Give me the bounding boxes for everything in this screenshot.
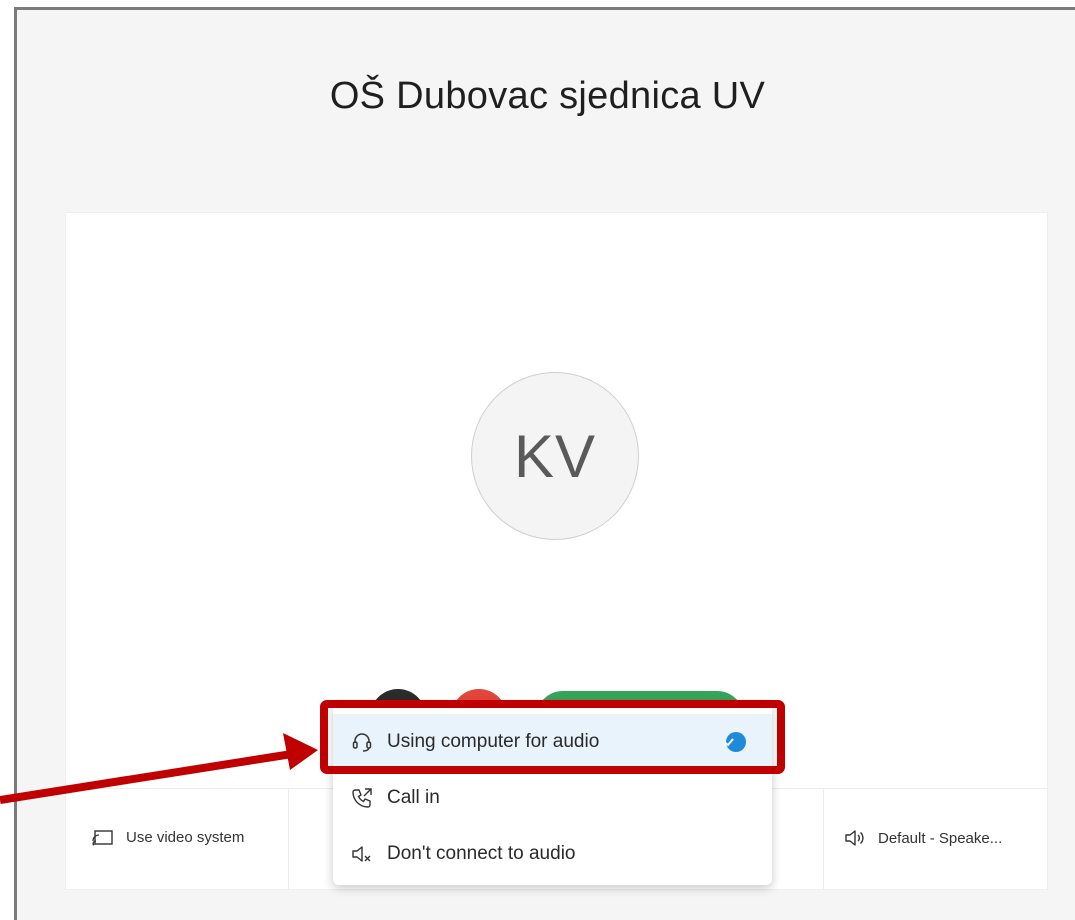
use-video-system-button[interactable]: Use video system	[92, 829, 244, 846]
menu-item-label: Don't connect to audio	[387, 843, 576, 864]
menu-item-no-audio[interactable]: Don't connect to audio	[333, 826, 772, 882]
divider	[288, 789, 289, 889]
menu-item-label: Call in	[387, 787, 440, 808]
speaker-mute-icon	[352, 846, 371, 862]
phone-call-icon	[352, 788, 372, 808]
avatar: KV	[471, 372, 639, 540]
highlight-annotation	[320, 700, 785, 774]
menu-item-call-in[interactable]: Call in	[333, 770, 772, 826]
meeting-title: OŠ Dubovac sjednica UV	[329, 75, 766, 117]
speaker-label: Default - Speake...	[878, 829, 1003, 847]
cast-icon	[92, 829, 113, 845]
speaker-icon	[845, 830, 864, 846]
speaker-select[interactable]: Default - Speake...	[844, 829, 1002, 847]
divider	[823, 789, 824, 889]
use-video-system-label: Use video system	[126, 829, 245, 846]
